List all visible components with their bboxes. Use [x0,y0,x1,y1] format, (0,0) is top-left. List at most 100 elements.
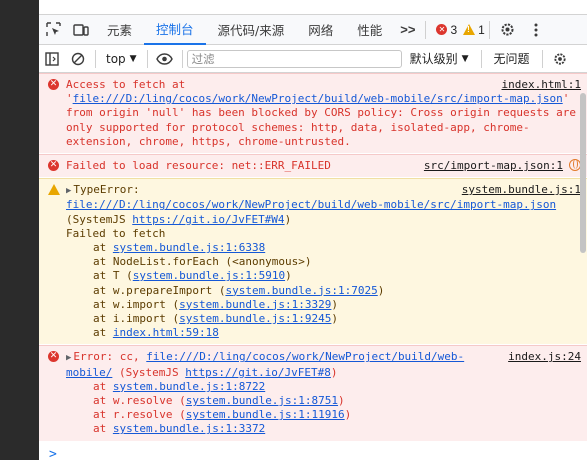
divider [488,20,490,39]
divider [425,20,427,39]
stack-frame: at system.bundle.js:1:8722 [66,380,581,394]
source-group: src/import-map.json:1 [424,159,581,173]
tab-console[interactable]: 控制台 [144,15,206,45]
source-link[interactable]: src/import-map.json:1 [424,159,563,172]
frame-link[interactable]: system.bundle.js:1:8722 [113,380,265,393]
sidebar-toggle-icon[interactable] [39,46,65,72]
warning-icon [48,184,60,196]
frame-text: at T ( [93,269,133,283]
more-tabs-button[interactable]: >> [394,22,421,37]
more-options-icon[interactable] [522,15,550,45]
inspect-element-icon[interactable] [39,15,67,45]
frame-text: at w.import ( [93,297,180,311]
divider [480,49,482,68]
clear-console-icon[interactable] [65,46,91,72]
stack-frame: at NodeList.forEach (<anonymous>) [66,255,581,269]
frame-text: at [93,422,113,436]
warning-count-badge[interactable]: 1 [463,23,485,37]
frame-text: ) [331,312,339,326]
warning-count: 1 [478,22,485,37]
stack-frame: at system.bundle.js:1:6338 [66,241,581,255]
frame-text: at w.resolve ( [93,394,186,408]
frame-text: at w.prepareImport ( [93,283,226,297]
frame-text: at r.resolve ( [93,408,186,422]
frame-link[interactable]: system.bundle.js:1:11916 [186,408,345,421]
url-link[interactable]: https://git.io/JvFET#W4 [132,213,284,226]
stack-frame: at w.resolve (system.bundle.js:1:8751) [66,394,581,408]
filter-input[interactable] [186,49,402,68]
console-message-error: ✕ index.html:1 Access to fetch at 'file:… [39,73,587,155]
settings-gear-icon[interactable] [494,15,522,45]
tab-network[interactable]: 网络 [296,15,345,45]
tab-sources[interactable]: 源代码/来源 [206,15,297,45]
source-link[interactable]: index.html:1 [502,78,581,92]
console-toolbar: top ▼ 默认级别 ▼ 无问题 [39,45,587,73]
stack-frame: at i.import (system.bundle.js:1:9245) [66,312,581,326]
url-link[interactable]: file:///D:/ling/cocos/work/NewProject/bu… [66,198,556,211]
tab-elements[interactable]: 元素 [95,15,144,45]
console-message-error: ✕ src/import-map.json:1 Failed to load r… [39,154,587,179]
frame-link[interactable]: system.bundle.js:1:3372 [113,422,265,435]
message-text: TypeError: [73,183,140,197]
console-message-warning: system.bundle.js:1 ▶ TypeError: file:///D… [39,178,587,346]
frame-link[interactable]: system.bundle.js:1:6338 [113,241,265,254]
error-icon: ✕ [48,351,59,363]
stack-frame: at r.resolve (system.bundle.js:1:11916) [66,408,581,422]
device-toolbar-icon[interactable] [67,15,95,45]
frame-link[interactable]: system.bundle.js:1:8751 [186,394,338,407]
error-count-badge[interactable]: ✕ 3 [436,23,457,37]
stack-frame: at T (system.bundle.js:1:5910) [66,269,581,283]
frame-link[interactable]: system.bundle.js:1:7025 [225,284,377,297]
tab-performance[interactable]: 性能 [345,15,394,45]
frame-text: ) [331,297,339,311]
divider [181,49,183,68]
console-messages: ✕ index.html:1 Access to fetch at 'file:… [39,73,587,460]
console-message-error: ✕ index.js:24 ▶ Error: cc, file:///D:/lin… [39,345,587,442]
expand-triangle-icon[interactable]: ▶ [66,351,71,365]
devtools-tabbar: 元素 控制台 源代码/来源 网络 性能 >> ✕ 3 1 [39,15,587,45]
context-label: top [106,51,126,66]
frame-link[interactable]: index.html:59:18 [113,326,219,339]
divider [95,49,96,68]
frame-text: at [93,379,113,393]
frame-link[interactable]: system.bundle.js:1:3329 [179,298,331,311]
stack-frame: at system.bundle.js:1:3372 [66,422,581,436]
expand-triangle-icon[interactable]: ▶ [66,184,71,198]
browser-edge-strip [0,0,39,460]
source-link[interactable]: system.bundle.js:1 [462,183,581,197]
frame-text: at i.import ( [93,312,180,326]
scrollbar-thumb[interactable] [580,93,586,253]
frame-text: ) [377,283,385,297]
console-scrollbar[interactable] [577,93,587,423]
frame-text: at [93,241,113,255]
source-link[interactable]: index.js:24 [508,350,581,364]
dropdown-caret-icon: ▼ [129,53,137,64]
log-levels-dropdown[interactable]: 默认级别 ▼ [402,50,477,67]
devtools-panel: 元素 控制台 源代码/来源 网络 性能 >> ✕ 3 1 to [39,14,587,460]
frame-link[interactable]: system.bundle.js:1:9245 [179,312,331,325]
frame-text: ) [338,394,345,408]
message-text: (SystemJS [112,365,186,379]
stack-frame: at w.prepareImport (system.bundle.js:1:7… [66,284,581,298]
dropdown-caret-icon: ▼ [461,53,469,64]
issues-button[interactable]: 无问题 [486,50,538,67]
console-prompt[interactable]: > [39,442,587,460]
frame-text: at NodeList.forEach (<anonymous>) [93,255,312,269]
message-text: ) [284,212,292,226]
error-icon: ✕ [48,79,59,90]
console-settings-gear-icon[interactable] [547,46,573,72]
frame-link[interactable]: system.bundle.js:1:5910 [133,269,285,282]
stack-frame: at index.html:59:18 [66,326,581,340]
stack-frame: at w.import (system.bundle.js:1:3329) [66,298,581,312]
context-selector[interactable]: top ▼ [100,52,143,66]
divider [541,49,543,68]
error-icon: ✕ [48,160,59,172]
divider [146,49,148,68]
frame-text: ) [344,408,352,422]
message-text: ) [330,365,338,379]
live-expression-eye-icon[interactable] [152,46,178,72]
url-link[interactable]: file:///D:/ling/cocos/work/NewProject/bu… [73,92,563,105]
message-text: Error: cc, [73,350,147,364]
message-text: Failed to fetch [66,226,166,240]
url-link[interactable]: https://git.io/JvFET#8 [185,366,331,379]
